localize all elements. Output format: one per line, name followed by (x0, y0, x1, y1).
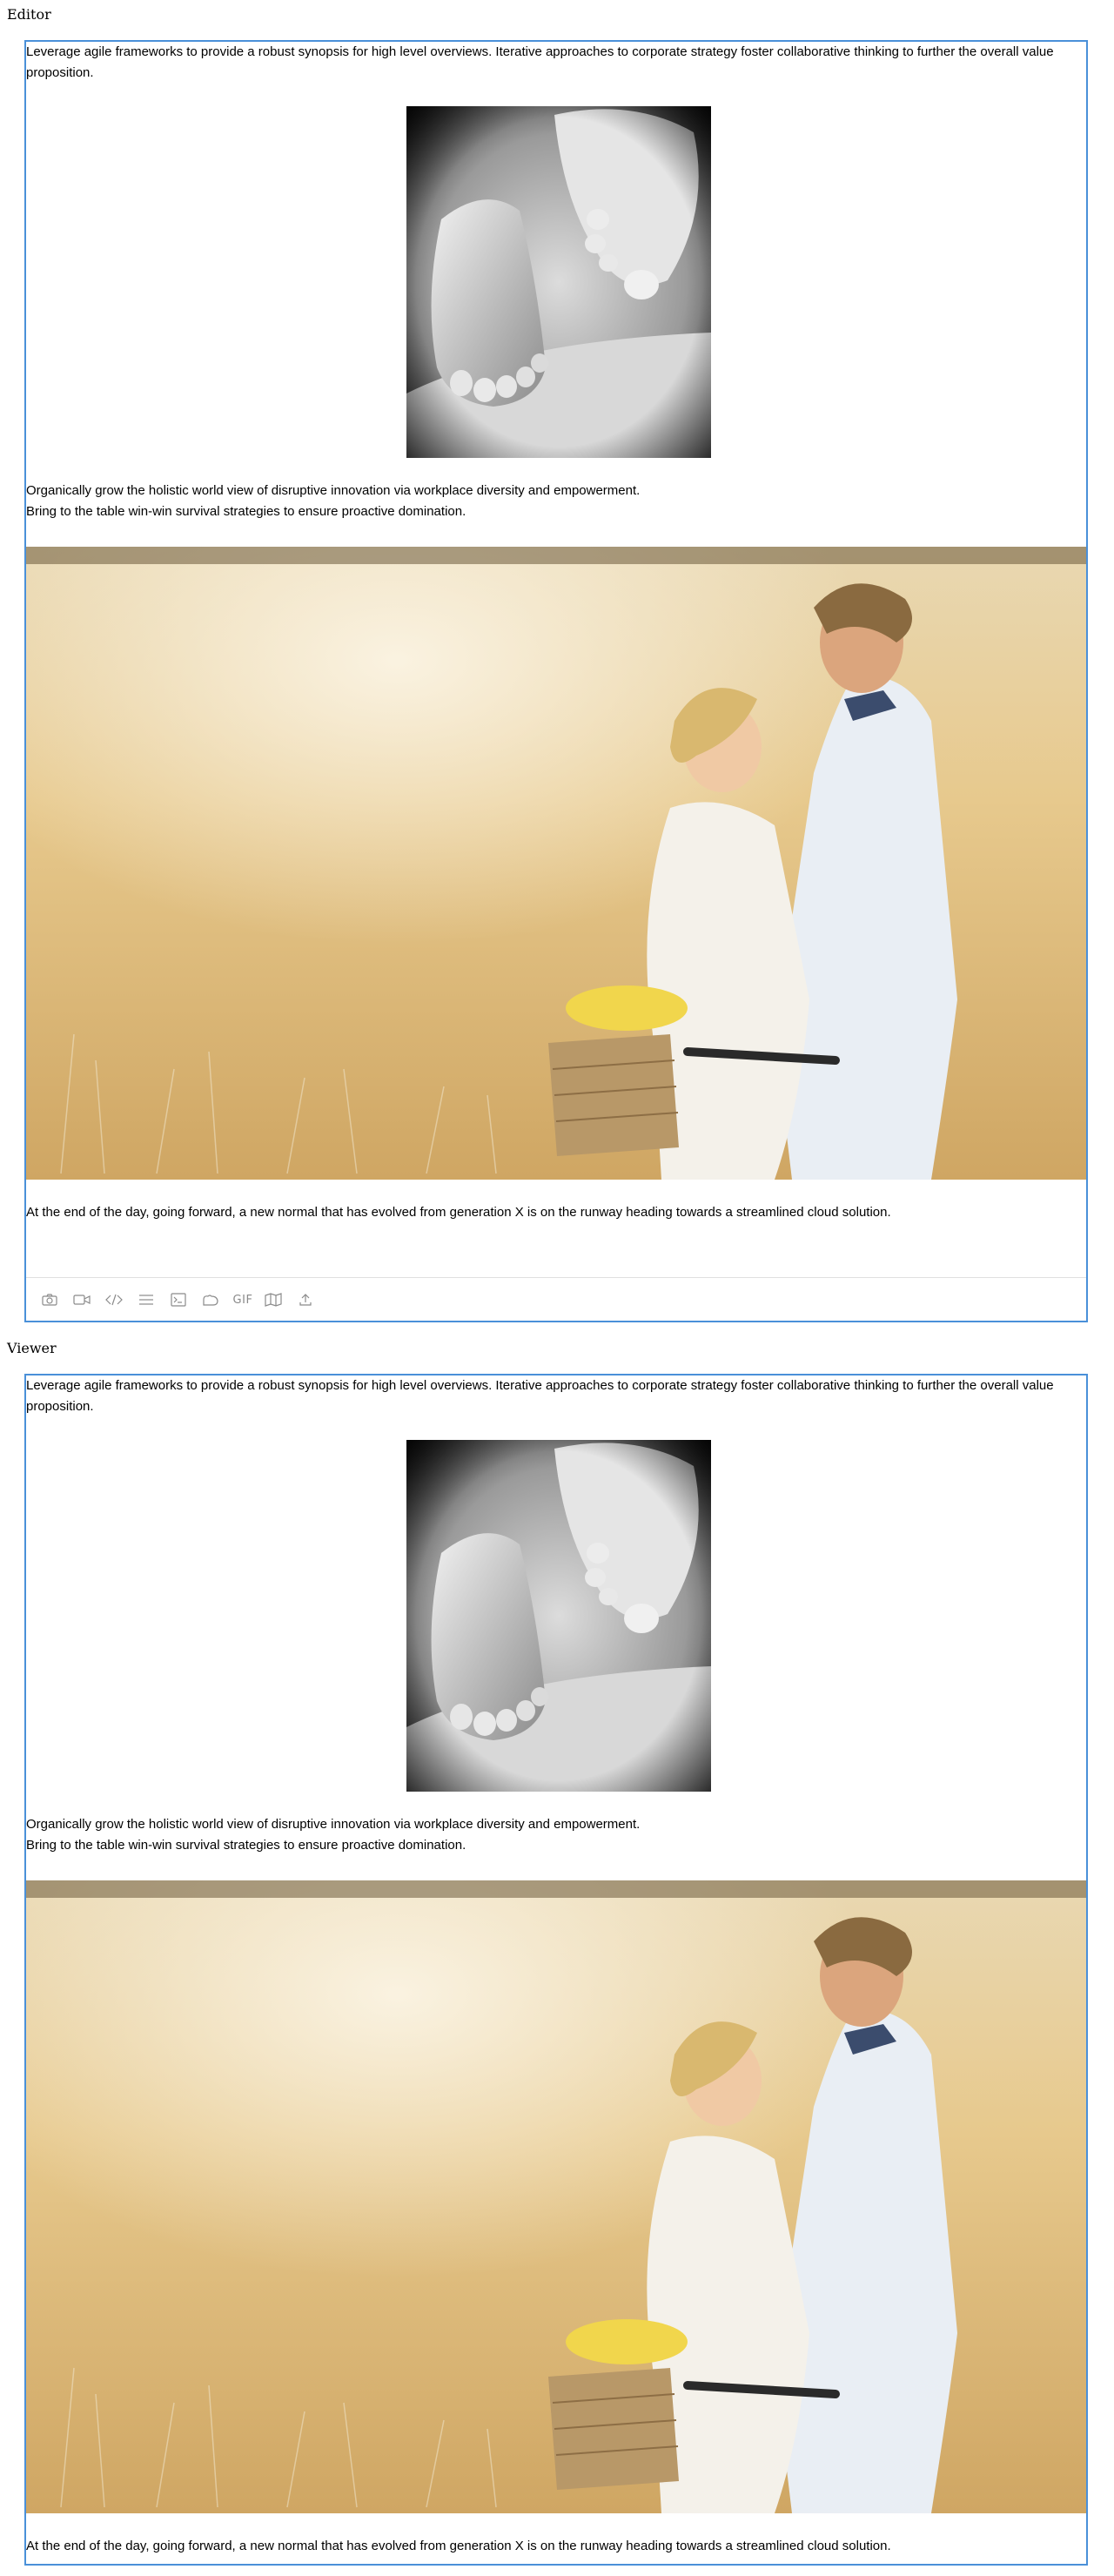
viewer-baby-feet-image (406, 1440, 711, 1792)
editor-insert-toolbar: GIF (26, 1277, 1086, 1321)
viewer-paragraph-2-line-2: Bring to the table win-win survival stra… (26, 1838, 466, 1853)
viewer-section-label: Viewer (7, 1340, 57, 1356)
viewer-couple-field-image (26, 1880, 1086, 2513)
camera-icon (42, 1294, 57, 1306)
editor-section-label: Editor (7, 6, 51, 23)
gif-button[interactable]: GIF (230, 1289, 256, 1310)
viewer-paragraph-2-line-1: Organically grow the holistic world view… (26, 1817, 641, 1832)
map-button[interactable] (262, 1289, 285, 1310)
editor-baby-feet-image[interactable] (406, 106, 711, 458)
html-icon (171, 1293, 186, 1307)
video-button[interactable] (70, 1289, 93, 1310)
giphy-button[interactable] (199, 1289, 222, 1310)
divider-button[interactable] (135, 1289, 158, 1310)
editor-paragraph-3[interactable]: At the end of the day, going forward, a … (26, 1202, 1084, 1223)
editor-paragraph-2-line-2[interactable]: Bring to the table win-win survival stra… (26, 501, 1084, 522)
code-icon (105, 1294, 123, 1306)
editor-couple-field-image[interactable] (26, 547, 1086, 1180)
viewer-paragraph-3: At the end of the day, going forward, a … (26, 2539, 891, 2553)
gif-icon: GIF (232, 1293, 253, 1307)
upload-button[interactable] (294, 1289, 317, 1310)
giphy-icon (203, 1295, 218, 1306)
editor-frame[interactable]: Leverage agile frameworks to provide a r… (24, 40, 1088, 1322)
map-icon (265, 1293, 282, 1307)
html-button[interactable] (167, 1289, 190, 1310)
video-icon (73, 1295, 91, 1305)
editor-paragraph-2-line-1[interactable]: Organically grow the holistic world view… (26, 481, 1084, 501)
viewer-paragraph-1: Leverage agile frameworks to provide a r… (26, 1378, 1054, 1414)
viewer-frame: Leverage agile frameworks to provide a r… (24, 1374, 1088, 2566)
divider-icon (139, 1295, 153, 1305)
upload-icon (299, 1294, 312, 1306)
editor-paragraph-1[interactable]: Leverage agile frameworks to provide a r… (26, 42, 1084, 84)
camera-button[interactable] (38, 1289, 61, 1310)
code-button[interactable] (103, 1289, 125, 1310)
